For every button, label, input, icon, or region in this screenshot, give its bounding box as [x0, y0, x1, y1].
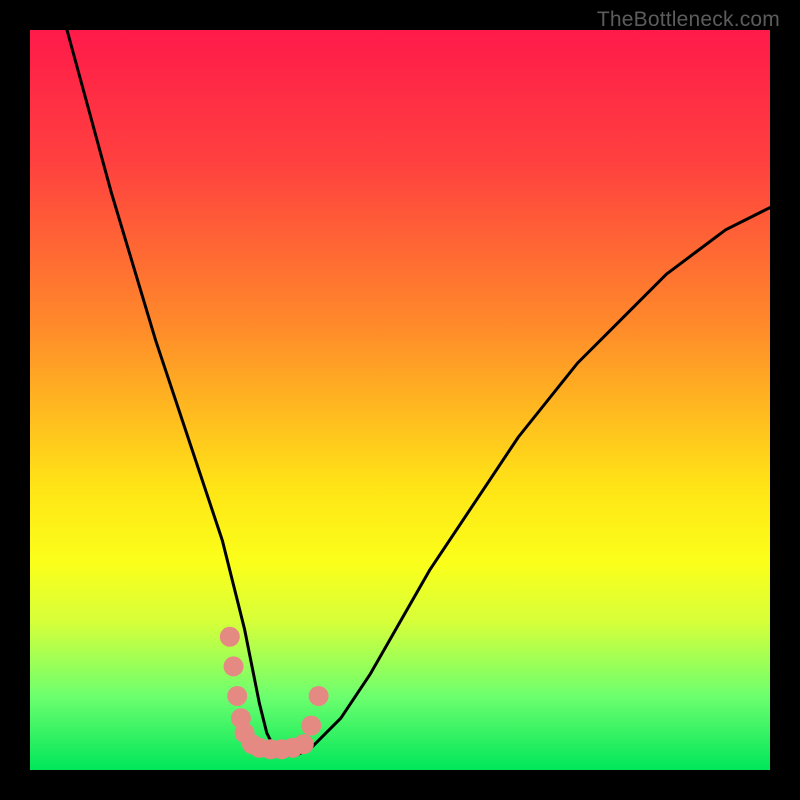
marker-dot — [301, 716, 321, 736]
marker-dot — [309, 686, 329, 706]
marker-dot — [294, 734, 314, 754]
chart-svg — [30, 30, 770, 770]
marker-dot — [227, 686, 247, 706]
chart-frame: TheBottleneck.com — [0, 0, 800, 800]
plot-area — [30, 30, 770, 770]
marker-dot — [220, 627, 240, 647]
marker-dot — [224, 656, 244, 676]
gradient-background — [30, 30, 770, 770]
watermark-text: TheBottleneck.com — [597, 8, 780, 32]
